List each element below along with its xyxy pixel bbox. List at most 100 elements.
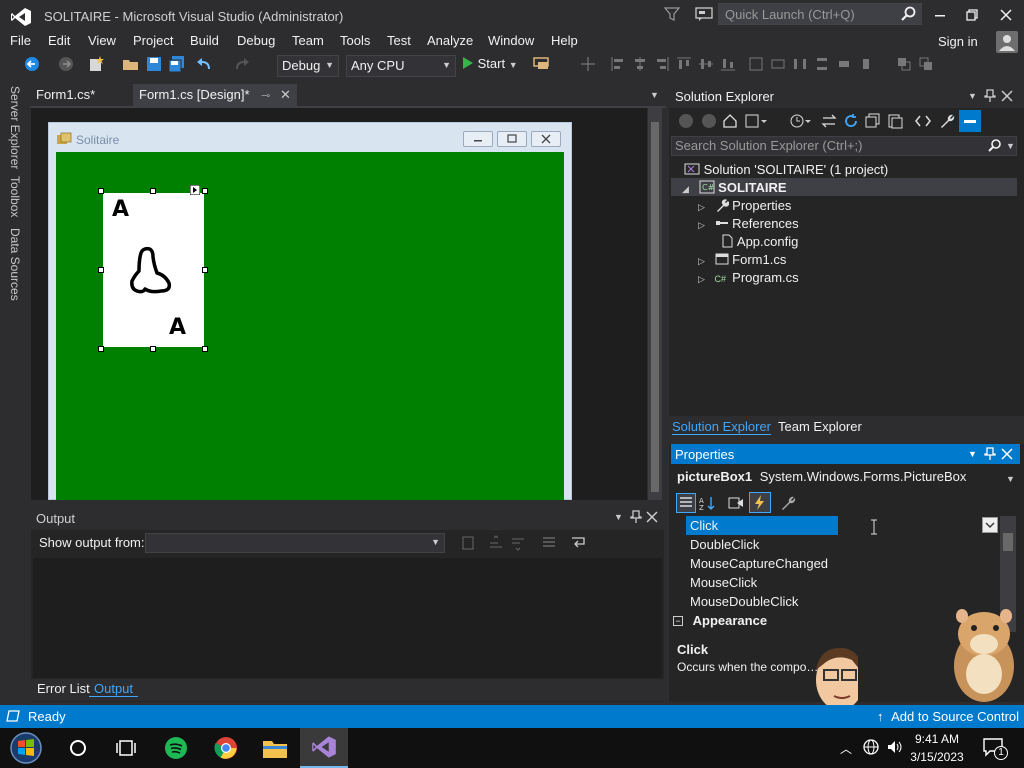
menu-window[interactable]: Window: [488, 33, 534, 48]
file-explorer-app-icon[interactable]: [251, 728, 299, 768]
search-icon[interactable]: [988, 139, 1002, 153]
back-icon[interactable]: [678, 113, 694, 129]
home-icon[interactable]: [722, 113, 738, 129]
volume-icon[interactable]: [886, 739, 904, 755]
tree-solution-node[interactable]: Solution 'SOLITAIRE' (1 project): [684, 162, 888, 177]
network-globe-icon[interactable]: [862, 738, 880, 756]
go-to-next-message-icon[interactable]: [510, 535, 526, 551]
save-all-icon[interactable]: [168, 56, 186, 72]
menu-file[interactable]: File: [10, 33, 31, 48]
resize-handle[interactable]: [98, 267, 104, 273]
pending-changes-filter-icon[interactable]: [789, 113, 811, 129]
properties-view-icon[interactable]: [727, 495, 745, 511]
collapse-all-icon[interactable]: [865, 113, 881, 129]
menu-help[interactable]: Help: [551, 33, 578, 48]
show-output-from-select[interactable]: ▼: [145, 533, 445, 553]
event-row-doubleclick[interactable]: DoubleClick: [686, 535, 838, 554]
close-properties-icon[interactable]: [1001, 448, 1013, 460]
tab-output[interactable]: Output: [89, 681, 139, 697]
align-bottoms-icon[interactable]: [720, 56, 736, 72]
collapsed-arrow-icon[interactable]: ▷: [698, 220, 705, 230]
categorized-view-icon[interactable]: [676, 493, 696, 513]
bring-to-front-icon[interactable]: [896, 56, 912, 72]
account-avatar-icon[interactable]: [996, 31, 1018, 53]
properties-scroll-thumb[interactable]: [1003, 533, 1013, 551]
save-icon[interactable]: [146, 56, 162, 72]
close-output-icon[interactable]: [646, 511, 658, 523]
browser-link-icon[interactable]: [532, 56, 554, 72]
center-horizontally-icon[interactable]: [836, 56, 852, 72]
go-to-previous-message-icon[interactable]: [488, 535, 504, 551]
feedback-icon[interactable]: [695, 6, 713, 22]
tab-list-chevron-down-icon[interactable]: ▼: [650, 90, 659, 100]
tab-solution-explorer[interactable]: Solution Explorer: [672, 419, 771, 435]
window-position-chevron-down-icon[interactable]: ▼: [968, 449, 977, 459]
tree-item-appconfig[interactable]: App.config: [720, 234, 798, 249]
tree-item-form1[interactable]: ▷ Form1.cs: [698, 252, 786, 267]
menu-build[interactable]: Build: [190, 33, 219, 48]
sign-in-link[interactable]: Sign in: [938, 34, 978, 49]
tree-item-properties[interactable]: ▷ Properties: [698, 198, 791, 213]
align-lefts-icon[interactable]: [610, 56, 626, 72]
resize-handle[interactable]: [150, 188, 156, 194]
category-appearance[interactable]: − Appearance: [673, 613, 767, 628]
event-handler-value-input[interactable]: [840, 516, 998, 535]
action-center-notifications-icon[interactable]: 1: [982, 736, 1008, 760]
new-project-icon[interactable]: [88, 56, 106, 72]
tree-item-references[interactable]: ▷ References: [698, 216, 799, 231]
property-pages-icon[interactable]: [780, 495, 798, 511]
object-selector-chevron-down-icon[interactable]: ▼: [1006, 474, 1015, 484]
notifications-filter-icon[interactable]: [664, 6, 680, 22]
center-vertically-icon[interactable]: [858, 56, 874, 72]
menu-team[interactable]: Team: [292, 33, 324, 48]
collapse-category-icon[interactable]: −: [673, 616, 683, 626]
make-same-size-icon[interactable]: [748, 56, 764, 72]
event-row-mousecapturechanged[interactable]: MouseCaptureChanged: [686, 554, 838, 573]
find-message-icon[interactable]: [460, 535, 476, 551]
close-tab-icon[interactable]: ✕: [280, 87, 291, 102]
align-middles-icon[interactable]: [698, 56, 714, 72]
windows-start-button[interactable]: [2, 728, 50, 768]
event-handler-chevron-down-icon[interactable]: [982, 517, 998, 533]
menu-project[interactable]: Project: [133, 33, 173, 48]
align-tops-icon[interactable]: [676, 56, 692, 72]
solution-platform-select[interactable]: Any CPU ▼: [346, 55, 456, 77]
tab-team-explorer[interactable]: Team Explorer: [778, 419, 862, 434]
spotify-app-icon[interactable]: [152, 728, 200, 768]
pin-tab-icon[interactable]: ⊸: [261, 90, 270, 102]
align-rights-icon[interactable]: [654, 56, 670, 72]
task-view-icon[interactable]: [102, 728, 150, 768]
designer-scroll-thumb[interactable]: [651, 122, 659, 492]
chrome-app-icon[interactable]: [202, 728, 250, 768]
event-row-click[interactable]: Click: [686, 516, 838, 535]
resize-handle[interactable]: [98, 346, 104, 352]
undo-icon[interactable]: [196, 56, 214, 72]
properties-object-selector[interactable]: pictureBox1 System.Windows.Forms.Picture…: [677, 469, 966, 484]
close-solution-explorer-icon[interactable]: [1001, 90, 1013, 102]
size-to-grid-icon[interactable]: [770, 56, 786, 72]
cortana-search-icon[interactable]: [54, 728, 102, 768]
quick-launch-input[interactable]: Quick Launch (Ctrl+Q): [718, 3, 922, 25]
switch-views-icon[interactable]: [745, 113, 767, 129]
navigate-back-icon[interactable]: [24, 56, 40, 72]
restore-button[interactable]: [956, 0, 988, 30]
redo-icon[interactable]: [232, 56, 250, 72]
close-window-button[interactable]: [990, 0, 1022, 30]
toolbox-tab[interactable]: Toolbox: [8, 176, 22, 217]
menu-test[interactable]: Test: [387, 33, 411, 48]
event-row-mousedoubleclick[interactable]: MouseDoubleClick: [686, 592, 838, 611]
alphabetical-sort-icon[interactable]: AZ: [699, 495, 717, 511]
menu-view[interactable]: View: [88, 33, 116, 48]
show-hidden-icons-chevron-up-icon[interactable]: ︿: [840, 740, 852, 757]
clear-all-icon[interactable]: [541, 535, 557, 551]
visual-studio-app-icon[interactable]: [300, 728, 348, 768]
add-to-source-control-button[interactable]: ↑ Add to Source Control ▲: [877, 709, 1024, 724]
vertical-spacing-icon[interactable]: [814, 56, 830, 72]
solution-configuration-select[interactable]: Debug ▼: [277, 55, 339, 77]
collapsed-arrow-icon[interactable]: ▷: [698, 256, 705, 266]
refresh-icon[interactable]: [843, 113, 859, 129]
preview-selected-items-icon[interactable]: [959, 110, 981, 132]
collapsed-arrow-icon[interactable]: ▷: [698, 274, 705, 284]
align-grid-icon[interactable]: [580, 56, 596, 72]
horizontal-spacing-icon[interactable]: [792, 56, 808, 72]
